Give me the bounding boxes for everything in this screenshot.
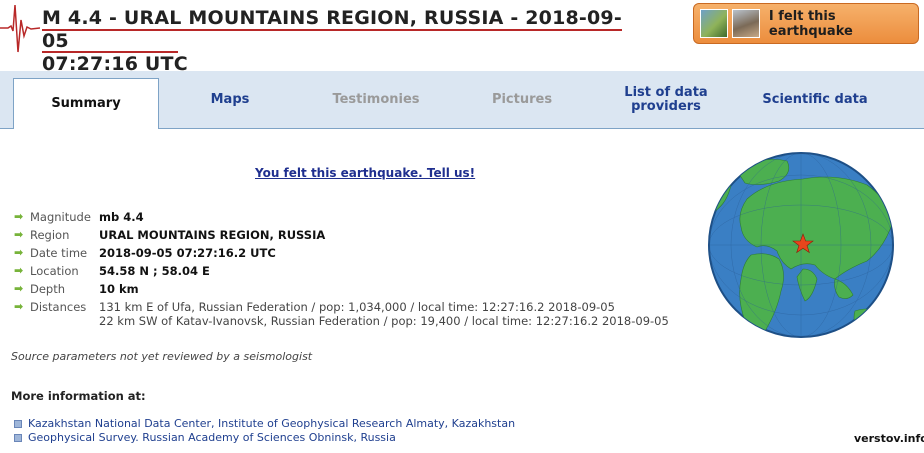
distance-line-1: 131 km E of Ufa, Russian Federation / po… — [99, 300, 615, 314]
param-label: Date time — [30, 246, 88, 260]
param-label: Region — [30, 228, 70, 242]
green-arrow-icon: ➡ — [14, 264, 24, 277]
title-underline — [42, 29, 622, 31]
tab-bar: Summary Maps Testimonies Pictures List o… — [0, 71, 924, 129]
tab-maps-label: Maps — [210, 91, 250, 107]
tab-pictures-label: Pictures — [491, 91, 553, 107]
tab-summary[interactable]: Summary — [13, 78, 159, 129]
tab-testimonies: Testimonies — [305, 71, 447, 128]
param-label: Distances — [30, 300, 87, 314]
watermark: verstov.info — [854, 432, 924, 445]
param-value: 131 km E of Ufa, Russian Federation / po… — [99, 300, 669, 328]
param-depth: ➡ Depth 10 km — [14, 282, 139, 300]
param-region: ➡ Region URAL MOUNTAINS REGION, RUSSIA — [14, 228, 325, 246]
felt-thumbnail-2 — [731, 9, 760, 38]
tab-pictures: Pictures — [452, 71, 592, 128]
felt-thumbnail-1 — [700, 9, 728, 38]
tab-maps[interactable]: Maps — [161, 71, 299, 128]
green-arrow-icon: ➡ — [14, 210, 24, 223]
felt-button-label: I felt this earthquake — [768, 8, 853, 39]
tab-scientific-data-label: Scientific data — [762, 91, 868, 107]
param-location: ➡ Location 54.58 N ; 58.04 E — [14, 264, 210, 282]
tab-scientific-data[interactable]: Scientific data — [745, 71, 885, 128]
param-distances: ➡ Distances 131 km E of Ufa, Russian Fed… — [14, 300, 669, 330]
tab-summary-label: Summary — [51, 96, 121, 111]
info-link-item[interactable]: Kazakhstan National Data Center, Institu… — [14, 417, 515, 430]
param-value: mb 4.4 — [99, 210, 144, 224]
globe-map — [708, 152, 894, 338]
green-arrow-icon: ➡ — [14, 246, 24, 259]
tab-testimonies-label: Testimonies — [332, 91, 420, 107]
param-label: Location — [30, 264, 79, 278]
green-arrow-icon: ➡ — [14, 300, 24, 313]
info-link-text[interactable]: Kazakhstan National Data Center, Institu… — [28, 417, 515, 430]
param-label: Depth — [30, 282, 66, 296]
green-arrow-icon: ➡ — [14, 228, 24, 241]
felt-earthquake-button[interactable]: I felt this earthquake — [693, 3, 919, 44]
param-magnitude: ➡ Magnitude mb 4.4 — [14, 210, 144, 228]
param-label: Magnitude — [30, 210, 91, 224]
tell-us-link[interactable]: You felt this earthquake. Tell us! — [255, 166, 475, 180]
info-link-text[interactable]: Geophysical Survey. Russian Academy of S… — [28, 431, 396, 444]
param-value: 2018-09-05 07:27:16.2 UTC — [99, 246, 276, 260]
green-arrow-icon: ➡ — [14, 282, 24, 295]
tab-data-providers[interactable]: List of data providers — [614, 71, 718, 128]
tab-data-providers-label: List of data providers — [624, 84, 708, 114]
param-value: 54.58 N ; 58.04 E — [99, 264, 210, 278]
seismogram-logo — [0, 4, 40, 53]
param-datetime: ➡ Date time 2018-09-05 07:27:16.2 UTC — [14, 246, 276, 264]
square-bullet-icon — [14, 433, 22, 442]
param-value: 10 km — [99, 282, 139, 296]
square-bullet-icon — [14, 419, 22, 428]
more-info-heading: More information at: — [11, 389, 146, 403]
review-note: Source parameters not yet reviewed by a … — [11, 350, 313, 363]
param-value: URAL MOUNTAINS REGION, RUSSIA — [99, 228, 326, 242]
distance-line-2: 22 km SW of Katav-Ivanovsk, Russian Fede… — [99, 314, 669, 328]
info-link-item[interactable]: Geophysical Survey. Russian Academy of S… — [14, 431, 396, 444]
page-title: M 4.4 - URAL MOUNTAINS REGION, RUSSIA - … — [42, 7, 642, 76]
title-underline-2 — [42, 51, 178, 53]
